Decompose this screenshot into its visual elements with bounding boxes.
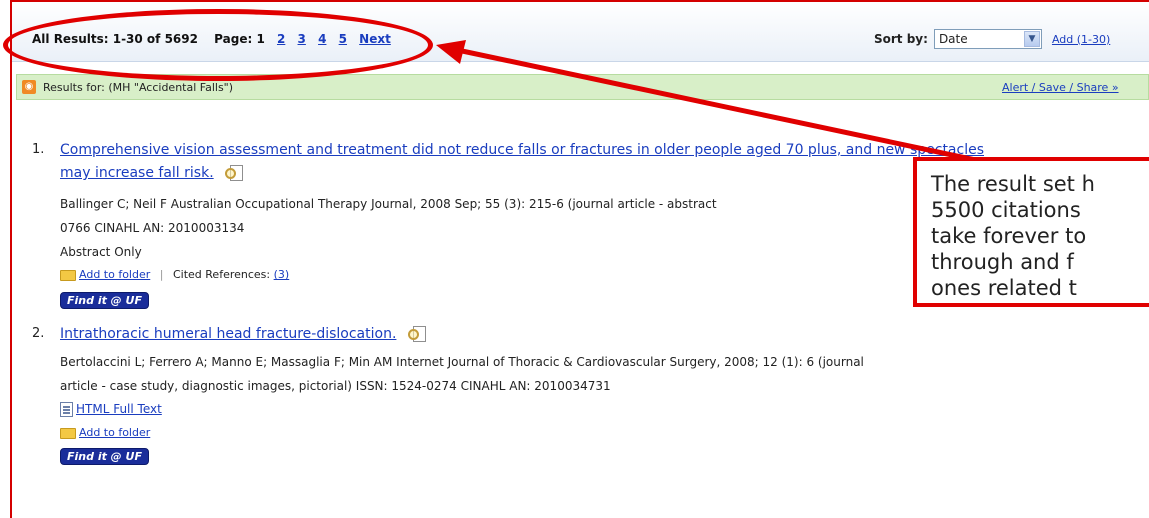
chevron-down-icon[interactable]: ▼ <box>1023 31 1040 47</box>
callout-line: ones related t <box>931 276 1077 300</box>
annotation-ellipse <box>3 9 433 81</box>
results-for-label: Results for: (MH "Accidental Falls") <box>43 81 234 94</box>
add-to-folder-link[interactable]: Add to folder <box>79 426 150 439</box>
result-citation-continued: 0766 CINAHL AN: 2010003134 <box>60 221 245 235</box>
folder-icon <box>60 269 76 281</box>
sort-bar: Sort by: Date ▼ Add (1-30) <box>874 29 1110 49</box>
cited-references-label: Cited References: <box>172 268 271 281</box>
add-to-folder-link[interactable]: Add to folder <box>79 268 150 281</box>
result-title[interactable]: Comprehensive vision assessment and trea… <box>60 138 984 162</box>
result-number: 2. <box>32 326 45 341</box>
callout-line: 5500 citations <box>931 198 1081 222</box>
result-citation-continued: article - case study, diagnostic images,… <box>60 379 611 393</box>
alert-save-share-link[interactable]: Alert / Save / Share » <box>1002 81 1119 94</box>
sort-select[interactable]: Date ▼ <box>933 29 1042 49</box>
callout-line: take forever to <box>931 224 1087 248</box>
result-citation: Ballinger C; Neil F Australian Occupatio… <box>60 197 717 211</box>
callout-line: The result set h <box>931 172 1095 196</box>
result-title-continued[interactable]: may increase fall risk. <box>60 165 214 181</box>
availability-label: Abstract Only <box>60 245 142 259</box>
html-full-text-link[interactable]: HTML Full Text <box>76 402 162 416</box>
rss-icon[interactable]: ◉ <box>22 80 36 94</box>
sort-label: Sort by: <box>874 32 928 46</box>
cited-references-link[interactable]: (3) <box>274 268 290 281</box>
sort-value: Date <box>938 32 968 46</box>
result-title[interactable]: Intrathoracic humeral head fracture-disl… <box>60 326 396 342</box>
find-it-uf-button[interactable]: Find it @ UF <box>60 292 149 309</box>
folder-icon <box>60 427 76 439</box>
html-document-icon <box>60 402 73 417</box>
result-number: 1. <box>32 142 45 157</box>
annotation-callout: The result set h 5500 citations take for… <box>913 157 1149 307</box>
preview-icon[interactable] <box>224 164 246 182</box>
result-citation: Bertolaccini L; Ferrero A; Manno E; Mass… <box>60 355 864 369</box>
callout-line: through and f <box>931 250 1074 274</box>
find-it-uf-button[interactable]: Find it @ UF <box>60 448 149 465</box>
add-results-link[interactable]: Add (1-30) <box>1052 33 1110 46</box>
preview-icon[interactable] <box>407 325 429 343</box>
